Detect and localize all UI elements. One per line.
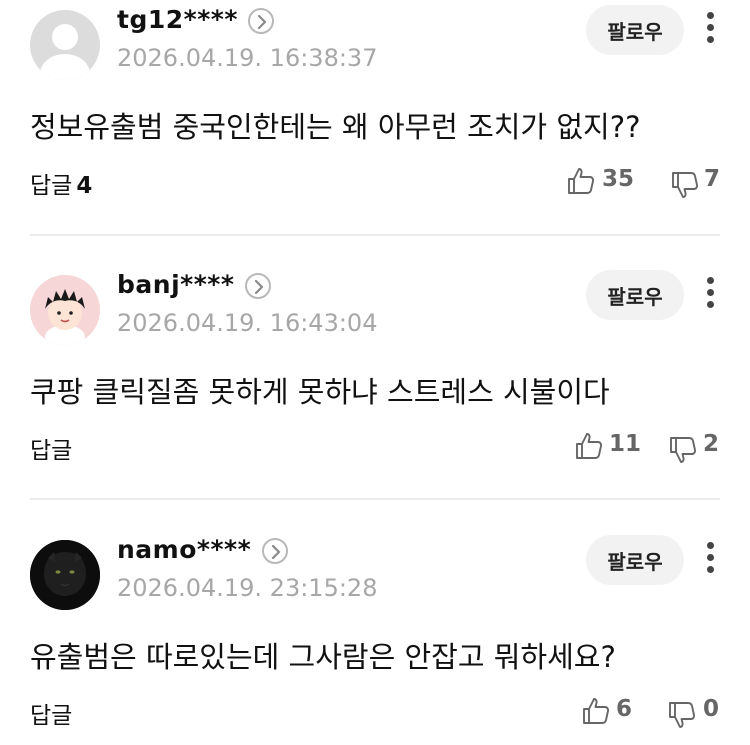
divider [30, 234, 720, 236]
reply-label: 답글 [30, 173, 73, 199]
avatar[interactable] [30, 275, 100, 345]
follow-button[interactable]: 팔로우 [586, 270, 684, 320]
thumbs-up-icon[interactable] [581, 696, 611, 726]
cartoon-boy-avatar [45, 289, 85, 345]
reply-count: 4 [76, 173, 93, 199]
comment-item: tg12**** 2026.04.19. 16:38:37 팔로우 정보유출범 … [0, 0, 750, 236]
timestamp: 2026.04.19. 16:43:04 [117, 309, 378, 337]
reply-label: 답글 [30, 703, 73, 729]
avatar[interactable] [30, 10, 100, 80]
reply-button[interactable]: 답글 4 [30, 166, 92, 200]
default-profile-icon [40, 24, 90, 80]
dislike-count: 2 [703, 431, 720, 457]
username[interactable]: namo**** [117, 535, 251, 564]
timestamp: 2026.04.19. 16:38:37 [117, 44, 378, 72]
thumbs-up-icon[interactable] [566, 166, 596, 196]
like-count: 6 [616, 696, 633, 722]
follow-button[interactable]: 팔로우 [586, 535, 684, 585]
comment-text: 쿠팡 클릭질좀 못하게 못하냐 스트레스 시불이다 [30, 375, 610, 409]
comment-item: namo**** 2026.04.19. 23:15:28 팔로우 유출범은 따… [0, 530, 750, 745]
thumbs-down-icon[interactable] [670, 170, 700, 200]
dislike-count: 7 [704, 166, 721, 192]
divider [30, 498, 720, 500]
thumbs-down-icon[interactable] [667, 700, 697, 730]
reply-label: 답글 [30, 438, 73, 464]
dislike-count: 0 [703, 696, 720, 722]
thumbs-up-icon[interactable] [574, 431, 604, 461]
chevron-right-icon[interactable] [262, 538, 288, 564]
like-count: 35 [602, 166, 635, 192]
comment-item: banj**** 2026.04.19. 16:43:04 팔로우 쿠팡 클릭질… [0, 265, 750, 501]
timestamp: 2026.04.19. 23:15:28 [117, 574, 378, 602]
more-options-icon[interactable] [702, 277, 718, 313]
thumbs-down-icon[interactable] [668, 435, 698, 465]
more-options-icon[interactable] [702, 542, 718, 578]
comment-text: 정보유출범 중국인한테는 왜 아무런 조치가 없지?? [30, 110, 641, 144]
username[interactable]: tg12**** [117, 5, 238, 34]
like-count: 11 [609, 431, 642, 457]
black-panther-avatar [30, 540, 100, 610]
reply-button[interactable]: 답글 [30, 696, 72, 730]
follow-button[interactable]: 팔로우 [586, 5, 684, 55]
avatar[interactable] [30, 540, 100, 610]
comment-text: 유출범은 따로있는데 그사람은 안잡고 뭐하세요? [30, 640, 616, 674]
chevron-right-icon[interactable] [248, 8, 274, 34]
chevron-right-icon[interactable] [245, 273, 271, 299]
username[interactable]: banj**** [117, 270, 234, 299]
more-options-icon[interactable] [702, 12, 718, 48]
reply-button[interactable]: 답글 [30, 431, 72, 465]
